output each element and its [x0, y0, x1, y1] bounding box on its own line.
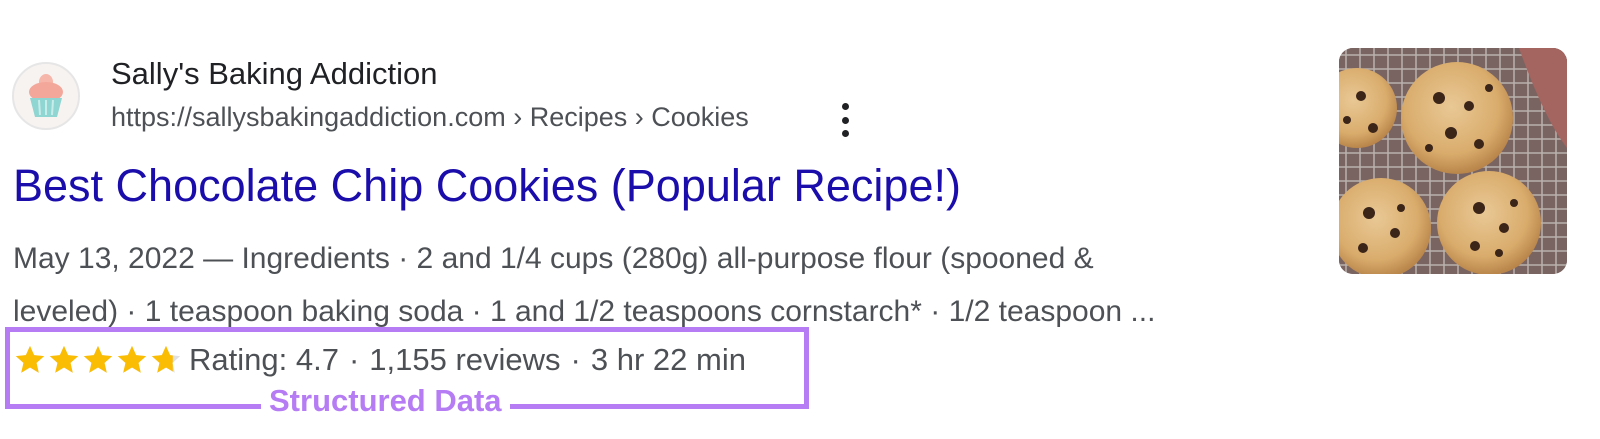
- star-icon: [81, 343, 115, 377]
- rich-result-row: Rating: 4.7 · 1,155 reviews · 3 hr 22 mi…: [13, 342, 746, 378]
- reviews-count: 1,155 reviews: [369, 342, 561, 377]
- star-icon: [47, 343, 81, 377]
- cupcake-icon[interactable]: [12, 62, 80, 130]
- cook-time: 3 hr 22 min: [590, 342, 746, 377]
- star-icon: [13, 343, 47, 377]
- dot: [841, 116, 849, 124]
- result-title-link[interactable]: Best Chocolate Chip Cookies (Popular Rec…: [13, 160, 961, 212]
- star-rating: [13, 343, 183, 377]
- star-icon: [115, 343, 149, 377]
- more-options-icon[interactable]: [834, 103, 856, 137]
- search-result: Sally's Baking Addiction https://sallysb…: [0, 0, 1600, 439]
- star-icon: [149, 343, 183, 377]
- separator: ·: [348, 342, 360, 377]
- chocolate-chip-cookies-image[interactable]: [1339, 48, 1567, 274]
- snippet-line-1: May 13, 2022 — Ingredients · 2 and 1/4 c…: [13, 242, 1094, 275]
- dot: [841, 103, 849, 110]
- rating-text: Rating: 4.7: [189, 342, 339, 377]
- dot: [841, 130, 849, 137]
- structured-data-label: Structured Data: [261, 383, 510, 419]
- result-snippet: May 13, 2022 — Ingredients · 2 and 1/4 c…: [13, 232, 1333, 338]
- site-name[interactable]: Sally's Baking Addiction: [111, 56, 437, 92]
- breadcrumb[interactable]: https://sallysbakingaddiction.com › Reci…: [111, 102, 749, 133]
- separator: ·: [570, 342, 581, 377]
